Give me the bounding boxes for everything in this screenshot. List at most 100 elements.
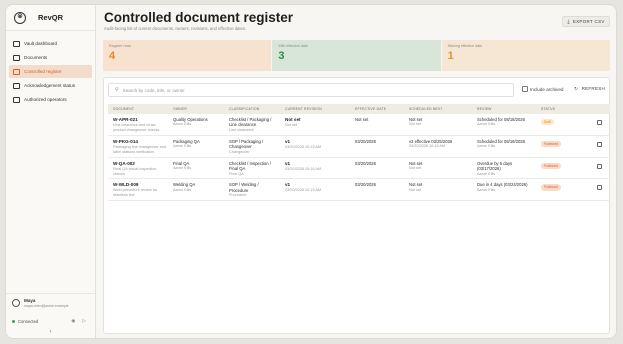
sidebar-item-vault-dashboard[interactable]: Vault dashboard	[9, 37, 92, 50]
user-profile[interactable]: Maya maya.chen@acme.example	[6, 293, 95, 312]
table-row[interactable]: W-WLD-009 Weld procedure review for stain…	[108, 178, 610, 202]
revision-sub: Not set	[285, 122, 298, 127]
main-content: Controlled document register Audit-facin…	[97, 5, 616, 338]
app-window: ⦾ RevQR Vault dashboard Documents Controll…	[5, 4, 617, 339]
sidebar-item-label: Vault dashboard	[24, 41, 58, 46]
sidebar-item-label: Documents	[24, 55, 48, 60]
collapse-sidebar-button[interactable]: ‹	[6, 329, 95, 335]
doc-desc: Packaging line changeover and label stat…	[113, 144, 166, 154]
stat-register-rows: Register rows 4	[103, 40, 272, 71]
stats-row: Register rows 4 With effective date 3 Mi…	[103, 40, 610, 71]
table-cell: Due in 4 days (03/24/2026) Aaron Ellis	[472, 178, 536, 202]
table-row[interactable]: W-QA-002 Final QA visual inspection check…	[108, 157, 610, 180]
search-placeholder: Search by code, title, or owner	[122, 87, 185, 93]
doc-desc: Line clearance and reuse product changeo…	[113, 122, 160, 132]
stat-value: 4	[109, 50, 116, 62]
document-icon	[13, 54, 20, 61]
table-header: DOCUMENT OWNER CLASSIFICATION CURRENT REVIS…	[108, 104, 610, 114]
table-cell: 03/20/2026	[350, 157, 404, 180]
refresh-label: REFRESH	[581, 86, 605, 91]
stat-value: 1	[447, 50, 454, 62]
connection-status: Connected ◉ ▷	[6, 318, 95, 324]
stat-label: Missing effective date	[447, 44, 483, 48]
column-header: DOCUMENT	[108, 104, 168, 114]
open-external-icon[interactable]	[597, 141, 602, 147]
sidebar-item-acknowledgement-status[interactable]: Acknowledgement status	[9, 79, 92, 92]
status-badge: Draft	[541, 119, 554, 126]
review-sub: Aaron Ellis	[477, 144, 496, 149]
table-row[interactable]: W-APR-021 Line clearance and reuse produc…	[108, 114, 610, 136]
avatar-icon	[12, 299, 20, 307]
sidebar-item-authorized-operators[interactable]: Authorized operators	[9, 93, 92, 106]
column-header: REVIEW	[472, 104, 536, 114]
stat-label: With effective date	[278, 44, 308, 48]
table-cell: Overdue by 5 days (03/17/2026) Aaron Elli…	[472, 157, 536, 180]
classification-sub: Final QA	[229, 171, 244, 176]
classification: SOP / Welding / Procedure	[229, 182, 259, 193]
open-cell	[592, 135, 610, 158]
table-cell: W-WLD-009 Weld procedure review for stain…	[108, 178, 168, 202]
open-external-icon[interactable]	[597, 163, 602, 169]
column-header: OWNER	[168, 104, 224, 114]
table-cell: Checklist / Packaging / Line clearance Li…	[224, 114, 280, 136]
search-input[interactable]: ⚲ Search by code, title, or owner	[108, 83, 514, 97]
connection-actions[interactable]: ◉ ▷	[71, 318, 89, 324]
column-header	[592, 104, 610, 114]
refresh-icon: ↻	[574, 86, 579, 91]
page-subtitle: Audit-facing list of current documents, …	[104, 26, 247, 31]
table-cell: Checklist / Inspection / Final QA Final Q…	[224, 157, 280, 180]
owner-sub: Aaron Ellis	[173, 144, 192, 149]
sidebar-item-documents[interactable]: Documents	[9, 51, 92, 64]
revision-sub: 03/20/2026 10:15 AM	[285, 144, 322, 149]
checkbox-icon[interactable]	[522, 86, 528, 92]
column-header: STATUS	[536, 104, 592, 114]
sidebar-item-label: Authorized operators	[24, 97, 67, 102]
effective-date: 03/20/2026	[355, 182, 376, 188]
table-row[interactable]: W-PKG-014 Packaging line changeover and l…	[108, 135, 610, 158]
table-cell: Scheduled for 05/19/2026 Aaron Ellis	[472, 135, 536, 158]
open-cell	[592, 114, 610, 136]
stat-label: Register rows	[109, 44, 131, 48]
include-archived-label: Include archived	[530, 86, 564, 92]
open-cell	[592, 157, 610, 180]
scheduled-sub: 03/20/2026 10:16 AM	[409, 144, 446, 149]
open-external-icon[interactable]	[597, 120, 602, 125]
owner-sub: Aaron Ellis	[173, 166, 192, 171]
table-cell: v2 effective 03/25/2026 03/20/2026 10:16 …	[404, 135, 472, 158]
open-cell	[592, 178, 610, 202]
connection-label: Connected	[18, 318, 39, 324]
review-sub: Aaron Ellis	[477, 122, 496, 127]
scheduled-sub: Not set	[409, 187, 422, 192]
refresh-button[interactable]: ↻ REFRESH	[574, 86, 605, 92]
status-badge: Published	[541, 162, 561, 169]
download-icon: ⤓	[567, 18, 570, 25]
brand[interactable]: ⦾ RevQR	[6, 5, 95, 31]
effective-date: 03/20/2026	[355, 138, 376, 144]
export-label: EXPORT CSV	[572, 19, 605, 24]
status-cell: Published	[536, 135, 592, 158]
review-sub: Aaron Ellis	[477, 171, 496, 176]
sidebar-item-label: Acknowledgement status	[24, 83, 76, 88]
export-csv-button[interactable]: ⤓ EXPORT CSV	[562, 16, 610, 27]
search-icon: ⚲	[115, 87, 119, 93]
sidebar-nav: Vault dashboard Documents Controlled regis…	[6, 31, 95, 106]
column-header: CLASSIFICATION	[224, 104, 280, 114]
sidebar-item-controlled-register[interactable]: Controlled register	[9, 65, 92, 78]
scheduled-sub: Not set	[409, 122, 422, 127]
table-cell: Not set Not set	[404, 178, 472, 202]
classification-sub: Line clearance	[229, 127, 254, 132]
user-name: Maya	[24, 298, 36, 303]
table-cell: v1 03/20/2026 10:15 AM	[280, 178, 350, 202]
table-cell: 03/20/2026	[350, 135, 404, 158]
open-external-icon[interactable]	[597, 185, 602, 191]
doc-desc: Final QA visual inspection checks	[113, 166, 157, 176]
register-panel: ⚲ Search by code, title, or owner Includ…	[103, 77, 610, 334]
table-cell: v1 03/20/2026 10:16 AM	[280, 157, 350, 180]
logo-icon: ⦾	[14, 11, 26, 24]
include-archived-toggle[interactable]: Include archived	[522, 86, 563, 92]
table-cell: Not set Not set	[404, 114, 472, 136]
dashboard-icon	[13, 40, 20, 47]
table-cell: Welding QA Aaron Ellis	[168, 178, 224, 202]
column-header: CURRENT REVISION	[280, 104, 350, 114]
column-header: SCHEDULED NEXT	[404, 104, 472, 114]
